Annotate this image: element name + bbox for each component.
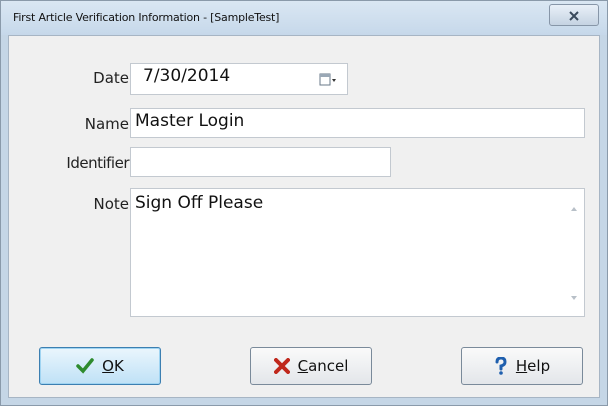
scroll-up-icon[interactable] [570,197,578,217]
checkmark-icon [76,358,94,374]
name-value: Master Login [135,111,245,131]
date-value: 7/30/2014 [143,66,231,86]
date-picker[interactable]: 7/30/2014 [130,63,348,95]
ok-label: OK [102,357,124,375]
ok-button[interactable]: OK [39,347,161,385]
date-label: Date [93,69,129,87]
dialog-body: Date 7/30/2014 Name Master Login Identif… [8,35,600,398]
note-value: Sign Off Please [135,193,264,213]
cancel-label: Cancel [297,357,349,375]
title-bar[interactable]: First Article Verification Information -… [1,1,607,35]
note-textarea[interactable]: Sign Off Please [130,188,585,317]
identifier-label: Identifier [66,154,129,172]
scroll-down-icon[interactable] [570,286,578,306]
window-title: First Article Verification Information -… [13,11,280,24]
identifier-field[interactable] [130,147,391,177]
calendar-icon [319,72,337,92]
close-button[interactable] [549,4,599,26]
calendar-dropdown-button[interactable] [319,72,337,92]
question-icon [494,357,508,375]
name-label: Name [84,115,129,133]
x-icon [273,358,290,374]
help-button[interactable]: Help [461,347,583,385]
note-scrollbar[interactable] [566,191,582,314]
name-field[interactable]: Master Login [130,108,585,138]
help-label: Help [515,357,551,375]
note-label: Note [93,195,129,213]
cancel-button[interactable]: Cancel [250,347,372,385]
close-icon [569,6,579,25]
dialog-window: First Article Verification Information -… [0,0,608,406]
